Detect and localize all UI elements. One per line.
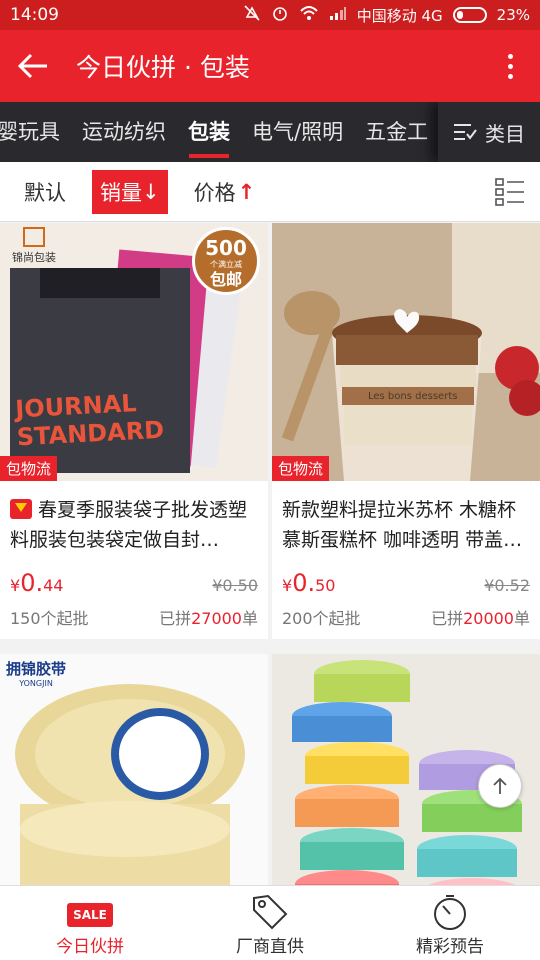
sale-icon: SALE — [67, 903, 113, 927]
product-card[interactable]: 锦尚包装 500 个满立减 包邮 JOURNAL STANDARD 包物流 春夏… — [0, 223, 268, 639]
category-list-icon — [454, 124, 477, 140]
nav-upcoming-preview[interactable]: 精彩预告 — [360, 886, 540, 960]
scroll-to-top-button[interactable] — [478, 764, 522, 808]
tab-toys[interactable]: 婴玩具 — [0, 102, 71, 162]
back-arrow-icon — [17, 53, 47, 79]
bottom-navigation: SALE 今日伙拼 厂商直供 精彩预告 — [0, 885, 540, 960]
nav-label: 今日伙拼 — [56, 937, 124, 957]
sort-sales[interactable]: 销量 ↓ — [92, 169, 168, 214]
sort-bar: 默认 销量 ↓ 价格 ↑ — [0, 162, 540, 222]
mute-icon — [243, 4, 261, 26]
product-image[interactable]: Les bons desserts 包物流 — [272, 223, 540, 481]
battery-percent: 23% — [496, 6, 530, 24]
category-more-button[interactable]: 类目 — [438, 102, 540, 162]
sort-desc-arrow-icon: ↓ — [142, 179, 160, 204]
category-more-label: 类目 — [485, 121, 525, 146]
app-bar: 今日伙拼 · 包装 — [0, 30, 540, 102]
wifi-icon — [299, 5, 319, 25]
arrow-up-icon — [493, 777, 507, 794]
product-title: 新款塑料提拉米苏杯 木糖杯慕斯蛋糕杯 咖啡透明 带盖… — [282, 499, 523, 551]
cup-label-text: Les bons desserts — [368, 391, 458, 402]
brand-logo-mark — [23, 227, 45, 247]
nav-today-group-buy[interactable]: SALE 今日伙拼 — [0, 886, 180, 960]
nav-label: 精彩预告 — [416, 937, 484, 957]
free-shipping-badge: 包物流 — [0, 456, 58, 481]
group-buy-count: 已拼27000单 — [159, 609, 258, 628]
carrier-label: 中国移动 4G — [356, 6, 443, 25]
signal-icon — [329, 5, 347, 25]
list-layout-icon — [495, 178, 524, 206]
status-time: 14:09 — [10, 5, 59, 25]
product-card[interactable]: Les bons desserts 包物流 新款塑料提拉米苏杯 木糖杯慕斯蛋糕杯… — [272, 223, 540, 639]
promo-badge: 500 个满立减 包邮 — [192, 227, 260, 295]
original-price: ¥0.52 — [484, 576, 530, 595]
brand-badge-icon — [10, 499, 32, 519]
min-order-qty: 150个起批 — [10, 609, 89, 628]
brand-logo: 锦尚包装 — [4, 227, 64, 265]
min-order-qty: 200个起批 — [282, 609, 361, 628]
more-dot-icon — [507, 53, 513, 59]
alarm-icon — [271, 4, 289, 26]
free-shipping-badge: 包物流 — [272, 456, 330, 481]
sort-price[interactable]: 价格 ↑ — [194, 170, 256, 214]
shirt-print-text: JOURNAL STANDARD — [14, 389, 165, 452]
nav-manufacturer-direct[interactable]: 厂商直供 — [180, 886, 360, 960]
tab-sports-textile[interactable]: 运动纺织 — [71, 102, 177, 162]
original-price: ¥0.50 — [212, 576, 258, 595]
tab-electrical-lighting[interactable]: 电气/照明 — [241, 102, 354, 162]
more-dot-icon — [507, 73, 513, 79]
sort-default[interactable]: 默认 — [24, 170, 66, 214]
product-image[interactable]: 锦尚包装 500 个满立减 包邮 JOURNAL STANDARD 包物流 — [0, 223, 268, 481]
sort-asc-arrow-icon: ↑ — [237, 179, 256, 204]
product-price: ¥0.44 — [10, 569, 64, 597]
page-title: 今日伙拼 · 包装 — [76, 53, 250, 82]
brand-logo: 拥锦胶带 YONGJIN — [6, 660, 67, 688]
tab-hardware[interactable]: 五金工 — [354, 102, 439, 162]
tab-packaging[interactable]: 包装 — [177, 102, 241, 162]
stopwatch-icon — [434, 895, 466, 930]
nav-label: 厂商直供 — [236, 937, 304, 957]
product-grid: 锦尚包装 500 个满立减 包邮 JOURNAL STANDARD 包物流 春夏… — [0, 223, 540, 885]
status-bar: 14:09 中国移动 4G 23% — [0, 0, 540, 30]
back-button[interactable] — [0, 30, 66, 102]
product-image[interactable]: 拥锦胶带 YONGJIN — [0, 654, 268, 885]
more-dot-icon — [507, 63, 513, 69]
more-options-button[interactable] — [480, 30, 540, 102]
product-price: ¥0.50 — [282, 569, 336, 597]
product-title: 春夏季服装袋子批发透塑料服装包装袋定做自封… — [10, 499, 248, 551]
tag-icon — [253, 894, 288, 930]
battery-icon — [452, 7, 487, 23]
group-buy-count: 已拼20000单 — [431, 609, 530, 628]
layout-toggle-button[interactable] — [494, 176, 526, 208]
product-card[interactable]: 拥锦胶带 YONGJIN — [0, 654, 268, 885]
category-tab-bar: 婴玩具 运动纺织 包装 电气/照明 五金工 类目 — [0, 102, 540, 162]
